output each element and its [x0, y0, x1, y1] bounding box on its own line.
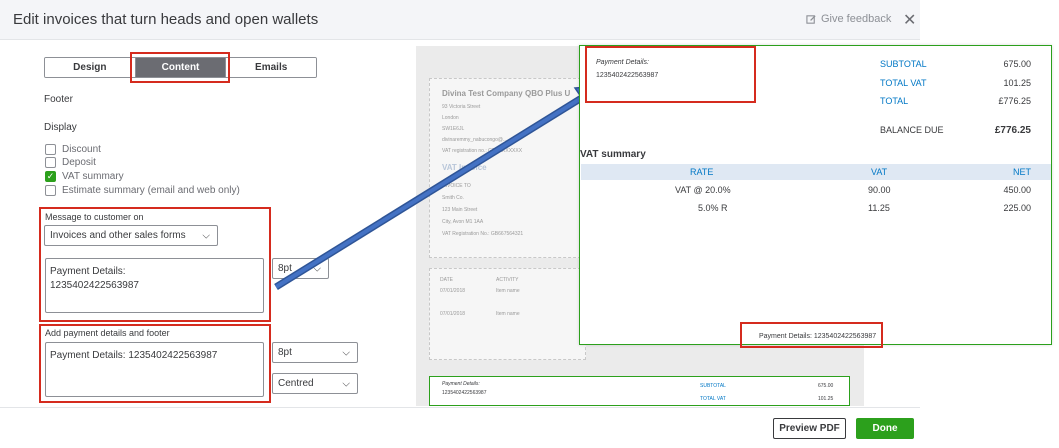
preview-row-date: 07/01/2018 — [440, 288, 466, 294]
zoom-payment-label: Payment Details: — [596, 59, 649, 66]
mini-payment-number: 1235402422563987 — [442, 390, 487, 396]
dialog-header: Edit invoices that turn heads and open w… — [0, 0, 920, 40]
preview-row-activity: Item name — [496, 288, 520, 294]
option-vat-summary[interactable]: ✓ VAT summary — [45, 171, 124, 182]
preview-row-date: 07/01/2018 — [440, 311, 466, 317]
vat-vat-header: VAT — [871, 167, 888, 177]
zoom-balance-label: BALANCE DUE — [880, 125, 944, 135]
feedback-icon — [806, 14, 816, 24]
zoom-total-vat-label: TOTAL VAT — [880, 78, 927, 88]
tab-content[interactable]: Content — [134, 58, 226, 77]
vat-summary-title: VAT summary — [580, 149, 646, 160]
preview-address-line: VAT registration no.: GBXXXXXXXX — [442, 148, 523, 154]
option-discount[interactable]: Discount — [45, 144, 101, 155]
footer-alignment-value: Centred — [278, 378, 314, 389]
chevron-down-icon: ⌵ — [342, 378, 350, 389]
zoom-payment-number: 1235402422563987 — [596, 72, 659, 79]
preview-vat-invoice-title: VAT Invoice — [442, 163, 487, 172]
footer-section-label: Footer — [44, 94, 73, 105]
footer-font-size-value: 8pt — [278, 347, 292, 358]
preview-date-header: DATE — [440, 277, 453, 283]
message-heading: Message to customer on — [45, 212, 144, 222]
preview-pdf-button[interactable]: Preview PDF — [773, 418, 846, 439]
message-font-size-select[interactable]: 8pt ⌵ — [272, 258, 329, 279]
option-deposit[interactable]: Deposit — [45, 157, 96, 168]
mini-payment-label: Payment Details: — [442, 381, 480, 387]
chevron-down-icon: ⌵ — [313, 263, 321, 274]
footer-alignment-select[interactable]: Centred ⌵ — [272, 373, 358, 394]
tab-design[interactable]: Design — [45, 58, 135, 77]
vat-row-vat: 90.00 — [868, 185, 891, 195]
preview-table-section: DATE ACTIVITY 07/01/2018 Item name 07/01… — [429, 268, 586, 360]
preview-company-name: Divina Test Company QBO Plus U — [442, 89, 571, 98]
zoom-total-vat-value: 101.25 — [1003, 78, 1031, 88]
estimate-summary-label: Estimate summary (email and web only) — [62, 185, 240, 196]
vat-summary-header-row — [581, 164, 1051, 180]
preview-address-line: SW1E6JL — [442, 126, 465, 132]
preview-invoice-to-line: 123 Main Street — [442, 207, 478, 213]
message-textarea[interactable]: Payment Details: 1235402422563987 — [45, 258, 264, 313]
preview-activity-header: ACTIVITY — [496, 277, 519, 283]
dialog-title: Edit invoices that turn heads and open w… — [13, 11, 319, 28]
mini-total-vat-label: TOTAL VAT — [700, 396, 726, 402]
chevron-down-icon: ⌵ — [202, 230, 210, 241]
zoom-subtotal-value: 675.00 — [1003, 59, 1031, 69]
vat-row-vat: 11.25 — [868, 203, 890, 213]
vat-summary-checkbox[interactable]: ✓ — [45, 171, 56, 182]
close-icon[interactable]: ✕ — [903, 10, 916, 30]
preview-invoice-to-line: Smith Co. — [442, 195, 464, 201]
display-section-label: Display — [44, 122, 77, 133]
zoom-footer-text: Payment Details: 1235402422563987 — [759, 333, 877, 340]
preview-invoice-to-line: City, Avon M1 1AA — [442, 219, 484, 225]
vat-rate-header: RATE — [690, 167, 714, 177]
message-font-size-value: 8pt — [278, 263, 292, 274]
discount-label: Discount — [62, 144, 101, 155]
zoom-subtotal-label: SUBTOTAL — [880, 59, 927, 69]
preview-invoice-to-label: INVOICE TO — [442, 183, 471, 189]
zoom-total-value: £776.25 — [998, 96, 1031, 106]
dialog-footer: Preview PDF Done — [0, 407, 920, 448]
vat-row-net: 225.00 — [1003, 203, 1031, 213]
preview-row-activity: Item name — [496, 311, 520, 317]
preview-invoice-to-line: VAT Registration No.: GB667564321 — [442, 231, 524, 237]
done-button[interactable]: Done — [856, 418, 914, 439]
settings-tabs: Design Content Emails — [44, 57, 317, 78]
payment-footer-heading: Add payment details and footer — [45, 328, 170, 338]
mini-subtotal-value: 675.00 — [818, 383, 834, 389]
deposit-checkbox[interactable] — [45, 157, 56, 168]
discount-checkbox[interactable] — [45, 144, 56, 155]
option-estimate-summary[interactable]: Estimate summary (email and web only) — [45, 185, 240, 196]
zoom-balance-value: £776.25 — [994, 125, 1031, 136]
preview-header-section: Divina Test Company QBO Plus U 93 Victor… — [429, 78, 586, 258]
message-form-value: Invoices and other sales forms — [50, 230, 186, 241]
deposit-label: Deposit — [62, 157, 96, 168]
mini-subtotal-label: SUBTOTAL — [700, 383, 726, 389]
tab-emails[interactable]: Emails — [225, 58, 316, 77]
vat-summary-label: VAT summary — [62, 171, 124, 182]
estimate-summary-checkbox[interactable] — [45, 185, 56, 196]
footer-font-size-select[interactable]: 8pt ⌵ — [272, 342, 358, 363]
chevron-down-icon: ⌵ — [342, 347, 350, 358]
mini-total-vat-value: 101.25 — [818, 396, 834, 402]
give-feedback-link[interactable]: Give feedback — [806, 13, 891, 25]
preview-address-line: London — [442, 115, 459, 121]
message-form-select[interactable]: Invoices and other sales forms ⌵ — [44, 225, 218, 246]
vat-row-rate: 5.0% R — [698, 203, 728, 213]
vat-row-net: 450.00 — [1003, 185, 1031, 195]
preview-footer-mini: Payment Details: 1235402422563987 SUBTOT… — [429, 376, 850, 406]
give-feedback-label: Give feedback — [821, 13, 892, 25]
preview-address-line: divinaremmy_nabucongo@... — [442, 137, 508, 143]
zoomed-invoice-footer-preview: Payment Details: 1235402422563987 SUBTOT… — [579, 45, 1052, 345]
vat-net-header: NET — [1013, 167, 1031, 177]
preview-address-line: 93 Victoria Street — [442, 104, 481, 110]
vat-row-rate: VAT @ 20.0% — [675, 185, 731, 195]
zoom-total-label: TOTAL — [880, 96, 909, 106]
payment-footer-textarea[interactable]: Payment Details: 1235402422563987 — [45, 342, 264, 397]
